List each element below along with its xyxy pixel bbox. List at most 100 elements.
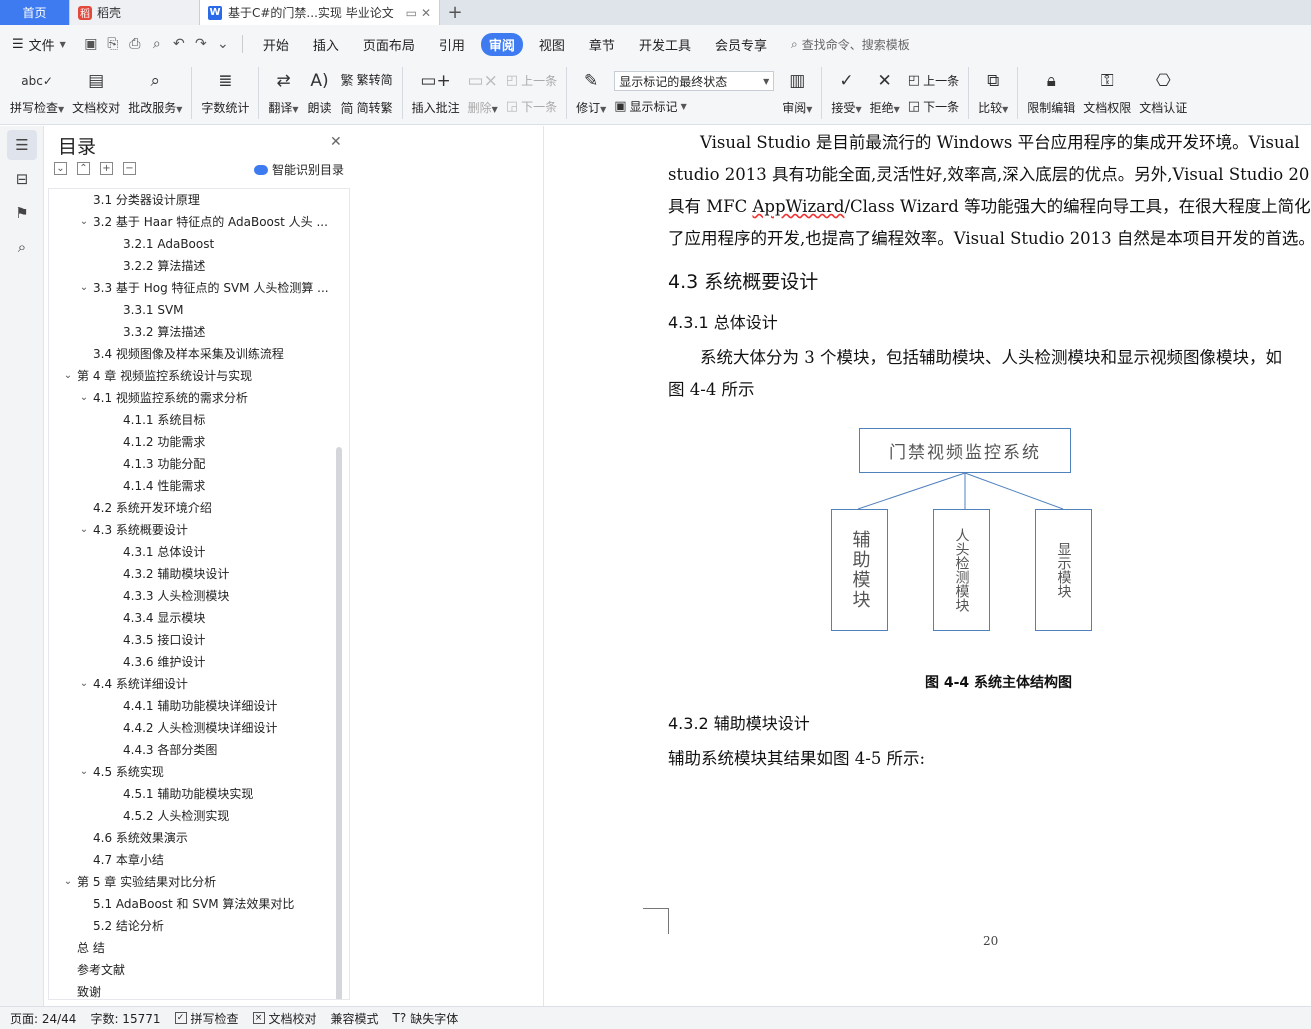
word-count-indicator[interactable]: 字数: 15771 bbox=[90, 1010, 160, 1027]
toc-item[interactable]: 4.3.3 人头检测模块 bbox=[123, 585, 229, 607]
trad-to-simp-button[interactable]: 繁繁转简 bbox=[341, 70, 393, 89]
save-icon[interactable]: ▣ bbox=[80, 33, 102, 55]
toc-item[interactable]: 3.3.2 算法描述 bbox=[123, 321, 205, 343]
doc-permission-button[interactable]: ⚿ 文档权限 bbox=[1079, 63, 1135, 123]
tab-insert[interactable]: 插入 bbox=[301, 32, 351, 57]
toc-item[interactable]: ⌄ 3.2 基于 Haar 特征点的 AdaBoost 人头 ... bbox=[77, 211, 328, 233]
toc-item[interactable]: 4.5.1 辅助功能模块实现 bbox=[123, 783, 253, 805]
scrollbar[interactable] bbox=[336, 447, 342, 999]
undo-icon[interactable]: ↶ bbox=[168, 33, 190, 55]
toc-item[interactable]: 参考文献 bbox=[77, 959, 125, 981]
read-aloud-button[interactable]: A) 朗读 bbox=[303, 63, 337, 123]
toc-item[interactable]: 3.1 分类器设计原理 bbox=[93, 189, 200, 211]
accept-button[interactable]: ✓ 接受▼ bbox=[827, 63, 865, 123]
expand-level-icon[interactable]: ⌃ bbox=[77, 162, 90, 175]
insert-comment-button[interactable]: ▭+ 插入批注 bbox=[408, 63, 464, 123]
pin-icon[interactable]: ▭ bbox=[406, 6, 417, 20]
show-markup-button[interactable]: ▣ 显示标记 ▼ bbox=[614, 98, 774, 115]
tab-start[interactable]: 开始 bbox=[251, 32, 301, 57]
toc-item[interactable]: 4.2 系统开发环境介绍 bbox=[93, 497, 212, 519]
toc-item[interactable]: 4.1.3 功能分配 bbox=[123, 453, 205, 475]
toc-item[interactable]: ⌄ 4.4 系统详细设计 bbox=[77, 673, 188, 695]
missing-font-status[interactable]: T? 缺失字体 bbox=[393, 1010, 459, 1027]
toc-item[interactable]: 4.3.5 接口设计 bbox=[123, 629, 205, 651]
next-comment-button[interactable]: ◲ 下一条 bbox=[506, 98, 557, 115]
toc-item[interactable]: 5.2 结论分析 bbox=[93, 915, 164, 937]
document-page[interactable]: Visual Studio 是目前最流行的 Windows 平台应用程序的集成开… bbox=[545, 126, 1311, 1006]
toc-item[interactable]: 3.4 视频图像及样本采集及训练流程 bbox=[93, 343, 284, 365]
compat-mode[interactable]: 兼容模式 bbox=[331, 1010, 379, 1027]
close-tab-icon[interactable]: ✕ bbox=[421, 6, 431, 20]
new-tab-button[interactable]: + bbox=[440, 0, 470, 25]
toc-item[interactable]: ⌄ 4.5 系统实现 bbox=[77, 761, 164, 783]
toc-item[interactable]: 3.2.1 AdaBoost bbox=[123, 233, 214, 255]
bookmark-icon[interactable]: ⚑ bbox=[7, 198, 37, 228]
simp-to-trad-button[interactable]: 简简转繁 bbox=[341, 98, 393, 117]
next-change-button[interactable]: ◲ 下一条 bbox=[908, 98, 959, 115]
tab-page-layout[interactable]: 页面布局 bbox=[351, 32, 427, 57]
toc-item[interactable]: 4.7 本章小结 bbox=[93, 849, 164, 871]
toc-item[interactable]: 4.4.2 人头检测模块详细设计 bbox=[123, 717, 277, 739]
toc-item[interactable]: 4.1.1 系统目标 bbox=[123, 409, 205, 431]
close-icon[interactable]: ✕ bbox=[330, 134, 342, 150]
proof-status[interactable]: × 文档校对 bbox=[252, 1010, 317, 1027]
toc-item[interactable]: 4.5.2 人头检测实现 bbox=[123, 805, 229, 827]
chevron-down-icon[interactable]: ⌄ bbox=[61, 365, 75, 387]
file-menu[interactable]: ☰ 文件 ▼ bbox=[12, 35, 66, 54]
tab-member[interactable]: 会员专享 bbox=[703, 32, 779, 57]
tab-developer[interactable]: 开发工具 bbox=[627, 32, 703, 57]
tab-daoke[interactable]: 稻稻壳 bbox=[70, 0, 200, 25]
navigation-icon[interactable]: ⊟ bbox=[7, 164, 37, 194]
track-changes-button[interactable]: ✎ 修订▼ bbox=[572, 63, 610, 123]
toc-item[interactable]: 4.4.1 辅助功能模块详细设计 bbox=[123, 695, 277, 717]
toc-item[interactable]: ⌄ 第 5 章 实验结果对比分析 bbox=[61, 871, 216, 893]
chevron-down-icon[interactable]: ⌄ bbox=[77, 387, 91, 409]
chevron-down-icon[interactable]: ⌄ bbox=[77, 761, 91, 783]
tab-view[interactable]: 视图 bbox=[527, 32, 577, 57]
markup-state-select[interactable]: 显示标记的最终状态 ▼ bbox=[614, 71, 775, 91]
toc-item[interactable]: 4.6 系统效果演示 bbox=[93, 827, 188, 849]
chevron-down-icon[interactable]: ⌄ bbox=[61, 871, 75, 893]
chevron-down-icon[interactable]: ⌄ bbox=[77, 673, 91, 695]
toc-item[interactable]: 3.3.1 SVM bbox=[123, 299, 184, 321]
tab-home[interactable]: 首页 bbox=[0, 0, 70, 25]
toc-item[interactable]: 4.3.4 显示模块 bbox=[123, 607, 205, 629]
print-icon[interactable]: ⎙ bbox=[124, 33, 146, 55]
toc-panel-icon[interactable]: ☰ bbox=[7, 130, 37, 160]
toc-item[interactable]: ⌄ 3.3 基于 Hog 特征点的 SVM 人头检测算 ... bbox=[77, 277, 329, 299]
toc-item[interactable]: 4.4.3 各部分类图 bbox=[123, 739, 217, 761]
command-search[interactable]: ⌕ 查找命令、搜索模板 bbox=[791, 36, 910, 53]
toc-item[interactable]: 4.3.1 总体设计 bbox=[123, 541, 205, 563]
toc-item[interactable]: 5.1 AdaBoost 和 SVM 算法效果对比 bbox=[93, 893, 294, 915]
toc-item[interactable]: 4.3.2 辅助模块设计 bbox=[123, 563, 229, 585]
restrict-edit-button[interactable]: 🔒︎ 限制编辑 bbox=[1023, 63, 1079, 123]
prev-comment-button[interactable]: ◰ 上一条 bbox=[506, 72, 557, 89]
redo-icon[interactable]: ↷ bbox=[190, 33, 212, 55]
toc-item[interactable]: 致谢 bbox=[77, 981, 101, 999]
toc-item[interactable]: 总 结 bbox=[77, 937, 105, 959]
review-pane-button[interactable]: ▥ 审阅▼ bbox=[778, 63, 816, 123]
chevron-down-icon[interactable]: ⌄ bbox=[77, 519, 91, 541]
toc-item[interactable]: 3.2.2 算法描述 bbox=[123, 255, 205, 277]
toc-item[interactable]: 4.3.6 维护设计 bbox=[123, 651, 205, 673]
doc-proof-button[interactable]: ▤ 文档校对 bbox=[68, 63, 124, 123]
tab-review[interactable]: 审阅 bbox=[480, 32, 523, 56]
spellcheck-button[interactable]: abc✓ 拼写检查▼ bbox=[6, 63, 68, 123]
toc-item[interactable]: ⌄ 4.1 视频监控系统的需求分析 bbox=[77, 387, 248, 409]
page-indicator[interactable]: 页面: 24/44 bbox=[10, 1010, 76, 1027]
export-icon[interactable]: ⎘ bbox=[102, 33, 124, 55]
chevron-down-icon[interactable]: ⌄ bbox=[77, 277, 91, 299]
reject-button[interactable]: ✕ 拒绝▼ bbox=[866, 63, 904, 123]
toc-item[interactable]: ⌄ 4.3 系统概要设计 bbox=[77, 519, 188, 541]
expand-all-icon[interactable]: + bbox=[100, 162, 113, 175]
tab-chapter[interactable]: 章节 bbox=[577, 32, 627, 57]
delete-comment-button[interactable]: ▭× 删除▼ bbox=[464, 63, 502, 123]
spellcheck-status[interactable]: ✓ 拼写检查 bbox=[174, 1010, 239, 1027]
toc-item[interactable]: 4.1.4 性能需求 bbox=[123, 475, 205, 497]
collapse-level-icon[interactable]: ⌄ bbox=[54, 162, 67, 175]
compare-button[interactable]: ⧉ 比较▼ bbox=[974, 63, 1012, 123]
translate-button[interactable]: ⇄ 翻译▼ bbox=[264, 63, 302, 123]
word-count-button[interactable]: ≣ 字数统计 bbox=[197, 63, 253, 123]
prev-change-button[interactable]: ◰ 上一条 bbox=[908, 72, 959, 89]
toc-item[interactable]: 4.1.2 功能需求 bbox=[123, 431, 205, 453]
